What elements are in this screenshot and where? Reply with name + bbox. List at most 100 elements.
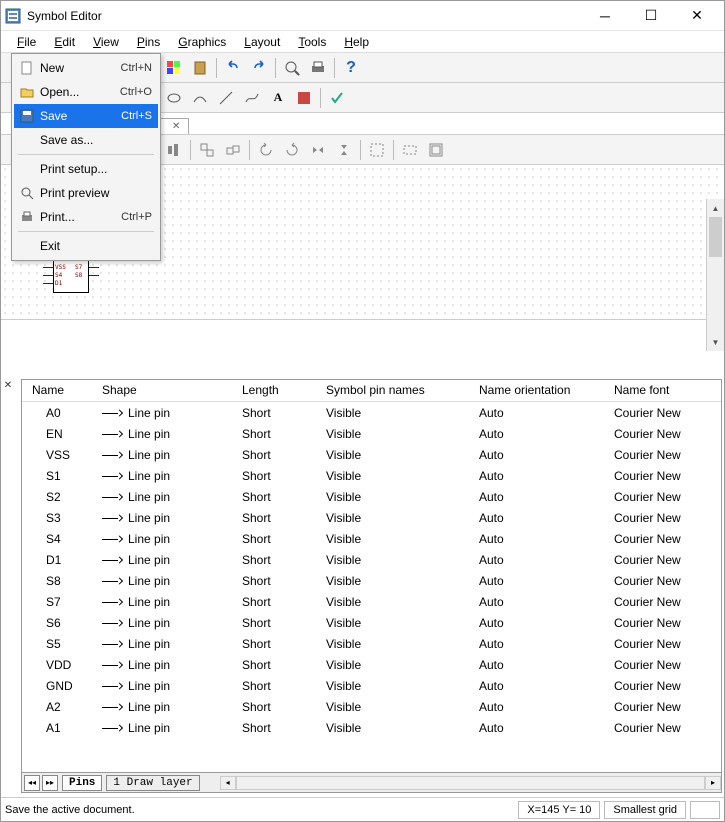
cell-sym: Visible [316, 467, 469, 485]
table-row[interactable]: S4Line pinShortVisibleAutoCourier New [22, 528, 721, 549]
statusbar: Save the active document. X=145 Y= 10 Sm… [1, 797, 724, 821]
flip-v-icon[interactable] [332, 138, 356, 162]
bounds3-icon[interactable] [424, 138, 448, 162]
cell-orient: Auto [469, 635, 604, 653]
cell-font: Courier New [604, 572, 721, 590]
menu-edit[interactable]: Edit [46, 33, 83, 51]
sheet-last-icon[interactable]: ▸▸ [42, 775, 58, 791]
print-icon [18, 209, 36, 225]
hscroll-left-icon[interactable]: ◂ [220, 776, 236, 790]
table-row[interactable]: A1Line pinShortVisibleAutoCourier New [22, 717, 721, 738]
cell-sym: Visible [316, 509, 469, 527]
cell-font: Courier New [604, 551, 721, 569]
linepin-icon [102, 597, 122, 607]
menubar: File Edit View Pins Graphics Layout Tool… [1, 31, 724, 53]
scroll-down-icon[interactable]: ▼ [707, 333, 724, 351]
table-row[interactable]: S7Line pinShortVisibleAutoCourier New [22, 591, 721, 612]
menu-exit[interactable]: Exit [14, 234, 158, 258]
menu-help[interactable]: Help [336, 33, 377, 51]
hscroll-right-icon[interactable]: ▸ [705, 776, 721, 790]
table-row[interactable]: S5Line pinShortVisibleAutoCourier New [22, 633, 721, 654]
cell-orient: Auto [469, 404, 604, 422]
ungroup-icon[interactable] [221, 138, 245, 162]
grid-body: A0Line pinShortVisibleAutoCourier NewENL… [22, 402, 721, 738]
table-row[interactable]: A0Line pinShortVisibleAutoCourier New [22, 402, 721, 423]
align-icon[interactable] [162, 138, 186, 162]
tab-close-icon[interactable]: ✕ [172, 121, 180, 132]
close-button[interactable]: ✕ [674, 1, 720, 31]
canvas-scrollbar[interactable]: ▲ ▼ [706, 199, 724, 351]
table-row[interactable]: VSSLine pinShortVisibleAutoCourier New [22, 444, 721, 465]
bounds2-icon[interactable] [398, 138, 422, 162]
undo-icon[interactable] [221, 56, 245, 80]
header-length[interactable]: Length [232, 380, 316, 401]
fill-icon[interactable] [292, 86, 316, 110]
sheet-first-icon[interactable]: ◂◂ [24, 775, 40, 791]
rotate-right-icon[interactable] [280, 138, 304, 162]
header-name[interactable]: Name [22, 380, 92, 401]
dropdown-separator [18, 231, 154, 232]
table-row[interactable]: S3Line pinShortVisibleAutoCourier New [22, 507, 721, 528]
ellipse-icon[interactable] [162, 86, 186, 110]
table-row[interactable]: S6Line pinShortVisibleAutoCourier New [22, 612, 721, 633]
rotate-left-icon[interactable] [254, 138, 278, 162]
header-orient[interactable]: Name orientation [469, 380, 604, 401]
zoom-icon[interactable] [280, 56, 304, 80]
hscroll-track[interactable] [236, 776, 705, 790]
check-icon[interactable] [325, 86, 349, 110]
bounds1-icon[interactable] [365, 138, 389, 162]
pin-label: S7 [75, 264, 82, 271]
cell-orient: Auto [469, 593, 604, 611]
scroll-thumb[interactable] [709, 217, 722, 257]
header-symnames[interactable]: Symbol pin names [316, 380, 469, 401]
menu-tools[interactable]: Tools [290, 33, 334, 51]
menu-save[interactable]: Save Ctrl+S [14, 104, 158, 128]
cell-orient: Auto [469, 551, 604, 569]
table-row[interactable]: GNDLine pinShortVisibleAutoCourier New [22, 675, 721, 696]
arc-icon[interactable] [188, 86, 212, 110]
cell-length: Short [232, 698, 316, 716]
scroll-up-icon[interactable]: ▲ [707, 199, 724, 217]
header-shape[interactable]: Shape [92, 380, 232, 401]
cell-name: VDD [22, 656, 92, 674]
tool-paste-icon[interactable] [188, 56, 212, 80]
table-row[interactable]: ENLine pinShortVisibleAutoCourier New [22, 423, 721, 444]
cell-sym: Visible [316, 530, 469, 548]
sheet-tab-pins[interactable]: Pins [62, 775, 102, 791]
table-row[interactable]: VDDLine pinShortVisibleAutoCourier New [22, 654, 721, 675]
flip-h-icon[interactable] [306, 138, 330, 162]
menu-view[interactable]: View [85, 33, 127, 51]
table-row[interactable]: A2Line pinShortVisibleAutoCourier New [22, 696, 721, 717]
tool-color-icon[interactable] [162, 56, 186, 80]
table-row[interactable]: S1Line pinShortVisibleAutoCourier New [22, 465, 721, 486]
redo-icon[interactable] [247, 56, 271, 80]
menu-printpreview[interactable]: Print preview [14, 181, 158, 205]
menu-saveas[interactable]: Save as... [14, 128, 158, 152]
menu-printsetup[interactable]: Print setup... [14, 157, 158, 181]
curve-icon[interactable] [240, 86, 264, 110]
table-row[interactable]: D1Line pinShortVisibleAutoCourier New [22, 549, 721, 570]
linepin-icon [102, 702, 122, 712]
print-icon[interactable] [306, 56, 330, 80]
text-icon[interactable]: A [266, 86, 290, 110]
minimize-button[interactable]: ─ [582, 1, 628, 31]
table-row[interactable]: S8Line pinShortVisibleAutoCourier New [22, 570, 721, 591]
menu-print[interactable]: Print... Ctrl+P [14, 205, 158, 229]
header-font[interactable]: Name font [604, 380, 721, 401]
cell-sym: Visible [316, 446, 469, 464]
group-icon[interactable] [195, 138, 219, 162]
table-row[interactable]: S2Line pinShortVisibleAutoCourier New [22, 486, 721, 507]
help-icon[interactable]: ? [339, 56, 363, 80]
pane-close-icon[interactable]: ✕ [2, 379, 14, 391]
menu-layout[interactable]: Layout [236, 33, 288, 51]
line-icon[interactable] [214, 86, 238, 110]
menu-new[interactable]: New Ctrl+N [14, 56, 158, 80]
maximize-button[interactable]: ☐ [628, 1, 674, 31]
menu-open[interactable]: Open... Ctrl+O [14, 80, 158, 104]
menu-graphics[interactable]: Graphics [170, 33, 234, 51]
document-tab[interactable]: ✕ [159, 118, 189, 134]
menu-file[interactable]: File [9, 33, 44, 51]
sheet-tab-drawlayer[interactable]: 1 Draw layer [106, 775, 199, 791]
menu-pins[interactable]: Pins [129, 33, 168, 51]
cell-name: A0 [22, 404, 92, 422]
